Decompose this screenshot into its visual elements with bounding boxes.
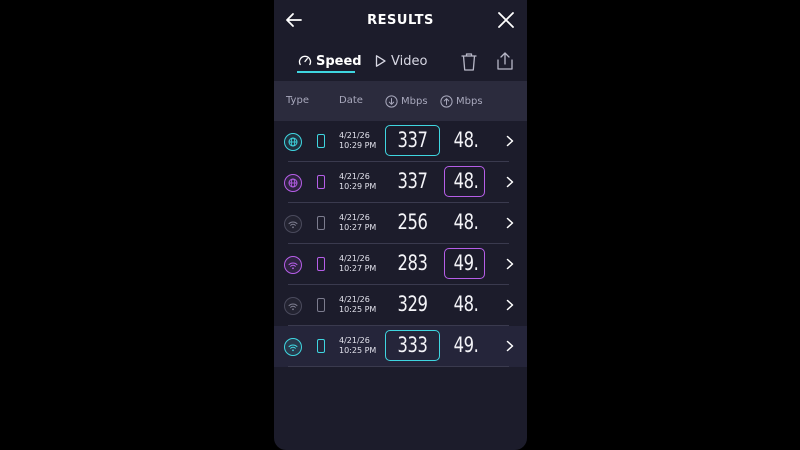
share-icon[interactable] xyxy=(496,51,514,71)
result-row[interactable]: 4/21/26 10:27 PM 283 49. xyxy=(274,244,527,285)
result-time: 10:25 PM xyxy=(339,346,377,355)
connection-type-badge xyxy=(284,215,302,233)
result-time: 10:29 PM xyxy=(339,182,377,191)
connection-type-badge xyxy=(284,133,302,151)
result-time: 10:27 PM xyxy=(339,223,377,232)
result-row[interactable]: 4/21/26 10:25 PM 329 48. xyxy=(274,285,527,326)
result-date: 4/21/26 xyxy=(339,295,370,304)
result-date: 4/21/26 xyxy=(339,172,370,181)
phone-icon xyxy=(317,339,325,353)
result-date: 4/21/26 xyxy=(339,336,370,345)
tab-bar: Speed Video xyxy=(274,44,527,76)
chevron-right-icon[interactable] xyxy=(506,135,514,147)
chevron-right-icon[interactable] xyxy=(506,340,514,352)
result-row[interactable]: 4/21/26 10:27 PM 256 48. xyxy=(274,203,527,244)
result-time: 10:27 PM xyxy=(339,264,377,273)
results-list: 4/21/26 10:29 PM 337 48. 4/21/26 10:29 P… xyxy=(274,121,527,367)
result-datetime: 4/21/26 10:29 PM xyxy=(339,131,376,151)
chevron-right-icon[interactable] xyxy=(506,176,514,188)
result-time: 10:25 PM xyxy=(339,305,377,314)
results-screen: RESULTS Speed Video Type Date Mbps Mbps … xyxy=(274,0,527,450)
result-date: 4/21/26 xyxy=(339,254,370,263)
result-datetime: 4/21/26 10:27 PM xyxy=(339,254,376,274)
upload-value: 48. xyxy=(453,210,479,234)
upload-value: 48. xyxy=(453,169,479,193)
column-download: Mbps xyxy=(385,95,428,108)
speedometer-icon xyxy=(298,55,312,66)
result-time: 10:29 PM xyxy=(339,141,377,150)
download-value: 256 xyxy=(397,210,428,234)
page-title: RESULTS xyxy=(367,12,434,28)
result-datetime: 4/21/26 10:25 PM xyxy=(339,336,376,356)
header-bar: RESULTS xyxy=(274,0,527,40)
column-upload-label: Mbps xyxy=(456,96,483,107)
wifi-icon xyxy=(288,344,298,351)
result-date: 4/21/26 xyxy=(339,131,370,140)
upload-value: 48. xyxy=(453,292,479,316)
globe-icon xyxy=(288,178,298,188)
column-date: Date xyxy=(339,95,363,106)
globe-icon xyxy=(288,137,298,147)
upload-value: 49. xyxy=(453,333,479,357)
chevron-right-icon[interactable] xyxy=(506,258,514,270)
phone-icon xyxy=(317,216,325,230)
phone-icon xyxy=(317,134,325,148)
connection-type-badge xyxy=(284,256,302,274)
result-datetime: 4/21/26 10:25 PM xyxy=(339,295,376,315)
result-row[interactable]: 4/21/26 10:29 PM 337 48. xyxy=(274,121,527,162)
column-type: Type xyxy=(286,95,309,106)
column-header: Type Date Mbps Mbps xyxy=(274,81,527,121)
column-upload: Mbps xyxy=(440,95,483,108)
trash-icon[interactable] xyxy=(460,52,478,72)
connection-type-badge xyxy=(284,174,302,192)
chevron-right-icon[interactable] xyxy=(506,299,514,311)
tab-speed[interactable]: Speed xyxy=(298,50,362,72)
result-datetime: 4/21/26 10:29 PM xyxy=(339,172,376,192)
wifi-icon xyxy=(288,303,298,310)
active-tab-indicator xyxy=(297,71,355,73)
result-row[interactable]: 4/21/26 10:25 PM 333 49. xyxy=(274,326,527,367)
connection-type-badge xyxy=(284,297,302,315)
result-row[interactable]: 4/21/26 10:29 PM 337 48. xyxy=(274,162,527,203)
result-date: 4/21/26 xyxy=(339,213,370,222)
wifi-icon xyxy=(288,221,298,228)
column-download-label: Mbps xyxy=(401,96,428,107)
tab-video[interactable]: Video xyxy=(374,50,427,72)
tab-video-label: Video xyxy=(391,53,428,69)
download-value: 333 xyxy=(397,333,428,357)
upload-arrow-icon xyxy=(440,95,453,108)
close-icon[interactable] xyxy=(497,11,515,29)
tab-speed-label: Speed xyxy=(316,53,362,69)
chevron-right-icon[interactable] xyxy=(506,217,514,229)
download-value: 337 xyxy=(397,169,428,193)
result-datetime: 4/21/26 10:27 PM xyxy=(339,213,376,233)
upload-value: 49. xyxy=(453,251,479,275)
phone-icon xyxy=(317,175,325,189)
wifi-icon xyxy=(288,262,298,269)
download-arrow-icon xyxy=(385,95,398,108)
phone-icon xyxy=(317,298,325,312)
phone-icon xyxy=(317,257,325,271)
download-value: 337 xyxy=(397,128,428,152)
download-value: 283 xyxy=(397,251,428,275)
upload-value: 48. xyxy=(453,128,479,152)
back-arrow-icon[interactable] xyxy=(284,10,304,30)
connection-type-badge xyxy=(284,338,302,356)
download-value: 329 xyxy=(397,292,428,316)
play-icon xyxy=(375,55,386,67)
